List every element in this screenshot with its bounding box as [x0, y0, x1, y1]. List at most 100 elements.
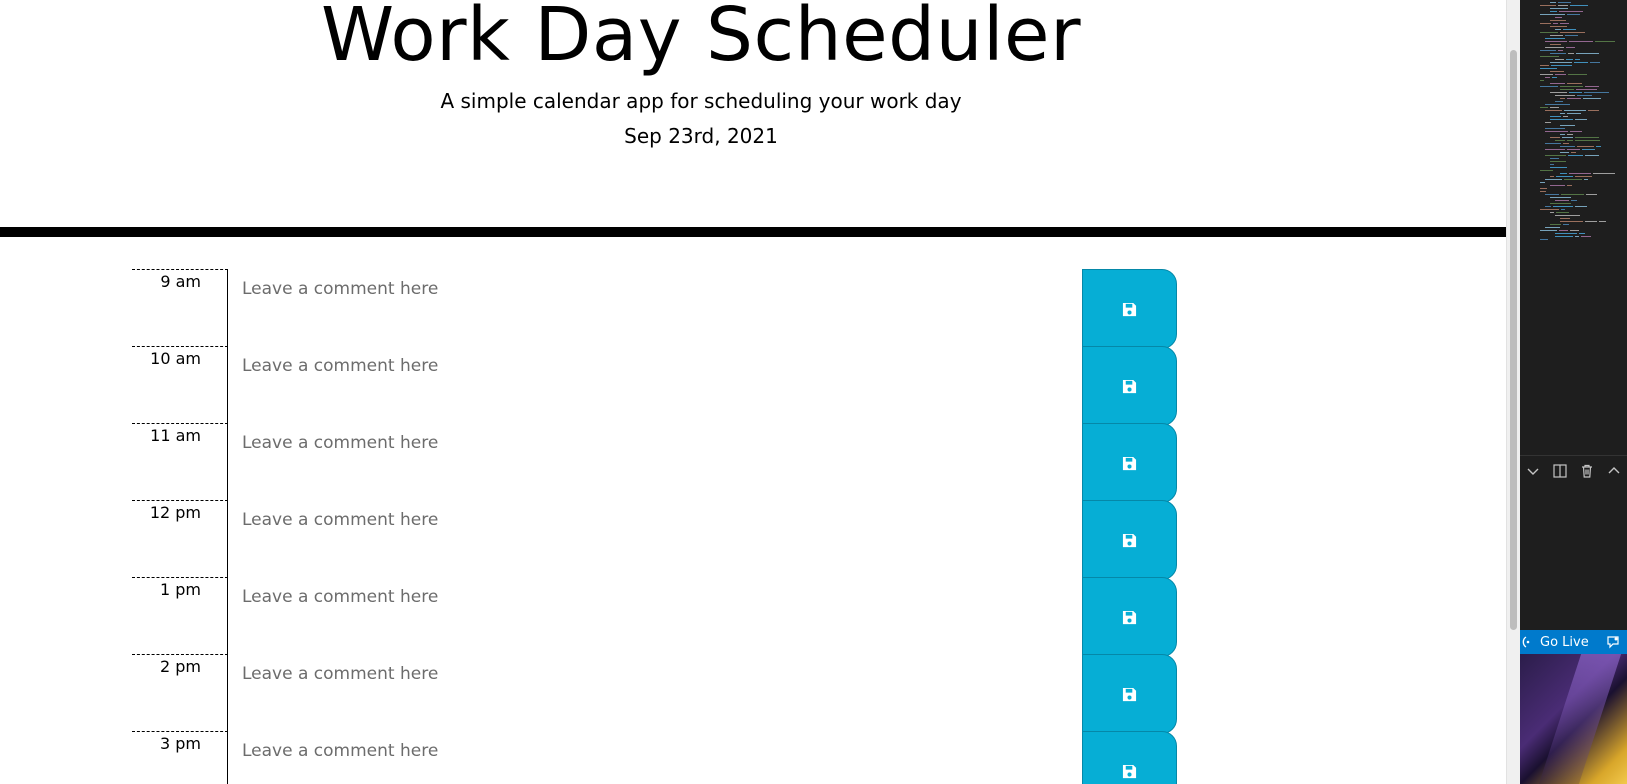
- time-block-input[interactable]: [228, 577, 1082, 657]
- wallpaper-stroke: [1538, 654, 1622, 784]
- minimap-code-line: [1540, 65, 1549, 66]
- minimap-code-line: [1550, 62, 1572, 63]
- minimap-code-line: [1550, 116, 1561, 117]
- feedback-icon[interactable]: [1605, 634, 1621, 650]
- minimap-code-line: [1560, 173, 1567, 174]
- trash-icon[interactable]: [1579, 463, 1595, 479]
- minimap-code-line: [1555, 200, 1569, 201]
- minimap-code-line: [1545, 179, 1562, 180]
- minimap-code-line: [1550, 203, 1571, 204]
- save-button[interactable]: [1082, 269, 1177, 349]
- minimap-code-line: [1545, 110, 1562, 111]
- editor-status-bar: Go Live: [1520, 630, 1627, 654]
- chevron-down-icon[interactable]: [1525, 463, 1541, 479]
- minimap-code-line: [1550, 185, 1565, 186]
- time-block-input[interactable]: [228, 423, 1082, 503]
- minimap-code-line: [1545, 143, 1561, 144]
- minimap-code-line: [1559, 230, 1568, 231]
- time-block-input[interactable]: [228, 654, 1082, 734]
- minimap-code-line: [1545, 47, 1564, 48]
- minimap-code-line: [1550, 197, 1571, 198]
- minimap-code-line: [1560, 86, 1583, 87]
- minimap-code-line: [1585, 221, 1597, 222]
- time-block-input[interactable]: [228, 269, 1082, 349]
- floppy-disk-icon: [1122, 302, 1137, 316]
- minimap-code-line: [1540, 209, 1559, 210]
- save-button[interactable]: [1082, 346, 1177, 426]
- minimap-code-line: [1545, 206, 1551, 207]
- minimap-code-line: [1565, 35, 1578, 36]
- time-block-row: 2 pm: [0, 654, 1506, 734]
- minimap-code-line: [1582, 149, 1595, 150]
- minimap-code-line: [1561, 209, 1565, 210]
- minimap-code-line: [1560, 113, 1565, 114]
- minimap-code-line: [1545, 194, 1559, 195]
- minimap-code-line: [1570, 131, 1582, 132]
- minimap-code-line: [1550, 137, 1560, 138]
- current-date: Sep 23rd, 2021: [624, 124, 778, 148]
- minimap-code-line: [1588, 110, 1599, 111]
- minimap-code-line: [1545, 77, 1550, 78]
- save-button[interactable]: [1082, 577, 1177, 657]
- minimap-code-line: [1552, 77, 1557, 78]
- minimap-code-line: [1577, 95, 1592, 96]
- minimap-code-line: [1575, 176, 1592, 177]
- minimap-code-line: [1575, 119, 1587, 120]
- minimap-code-line: [1571, 152, 1576, 153]
- save-button[interactable]: [1082, 423, 1177, 503]
- split-panel-icon[interactable]: [1552, 463, 1568, 479]
- minimap-code-line: [1563, 29, 1576, 30]
- minimap-code-line: [1540, 14, 1565, 15]
- hour-label: 11 am: [132, 423, 228, 503]
- floppy-disk-icon: [1122, 456, 1137, 470]
- minimap-code-line: [1550, 44, 1561, 45]
- minimap-code-line: [1545, 128, 1565, 129]
- minimap-code-line: [1545, 155, 1566, 156]
- page-scrollbar[interactable]: [1506, 0, 1520, 784]
- hour-label: 10 am: [132, 346, 228, 426]
- minimap-code-line: [1540, 188, 1547, 189]
- minimap-code-line: [1561, 194, 1584, 195]
- minimap-code-line: [1555, 95, 1575, 96]
- save-button[interactable]: [1082, 654, 1177, 734]
- save-button[interactable]: [1082, 500, 1177, 580]
- minimap-code-line: [1550, 71, 1564, 72]
- minimap-code-line: [1550, 164, 1554, 165]
- minimap-code-line: [1550, 53, 1566, 54]
- browser-page: Work Day Scheduler A simple calendar app…: [0, 0, 1506, 784]
- time-block-input[interactable]: [228, 500, 1082, 580]
- time-block-input[interactable]: [228, 731, 1082, 784]
- broadcast-icon: [1522, 636, 1530, 648]
- minimap-code-line: [1558, 50, 1563, 51]
- minimap-code-line: [1558, 2, 1571, 3]
- minimap-code-line: [1555, 29, 1561, 30]
- minimap-code-line: [1551, 65, 1572, 66]
- minimap-code-line: [1563, 143, 1569, 144]
- minimap-code-line: [1560, 134, 1565, 135]
- floppy-disk-icon: [1122, 533, 1137, 547]
- minimap-code-line: [1583, 98, 1601, 99]
- minimap-code-line: [1540, 80, 1544, 81]
- minimap-code-line: [1545, 122, 1551, 123]
- time-block-input[interactable]: [228, 346, 1082, 426]
- code-minimap[interactable]: [1520, 0, 1627, 270]
- minimap-code-line: [1576, 53, 1599, 54]
- save-button[interactable]: [1082, 731, 1177, 784]
- minimap-code-line: [1567, 134, 1573, 135]
- minimap-code-line: [1545, 41, 1567, 42]
- minimap-code-line: [1550, 161, 1566, 162]
- minimap-code-line: [1567, 98, 1581, 99]
- minimap-code-line: [1540, 32, 1558, 33]
- scrollbar-thumb[interactable]: [1510, 50, 1517, 630]
- minimap-code-line: [1553, 206, 1573, 207]
- go-live-button[interactable]: Go Live: [1520, 635, 1589, 650]
- minimap-code-line: [1560, 146, 1575, 147]
- time-block-row: 3 pm: [0, 731, 1506, 784]
- minimap-code-line: [1599, 221, 1606, 222]
- minimap-code-line: [1540, 170, 1553, 171]
- minimap-code-line: [1567, 83, 1582, 84]
- minimap-code-line: [1576, 89, 1597, 90]
- chevron-up-icon[interactable]: [1606, 463, 1622, 479]
- minimap-code-line: [1567, 113, 1581, 114]
- minimap-code-line: [1595, 41, 1615, 42]
